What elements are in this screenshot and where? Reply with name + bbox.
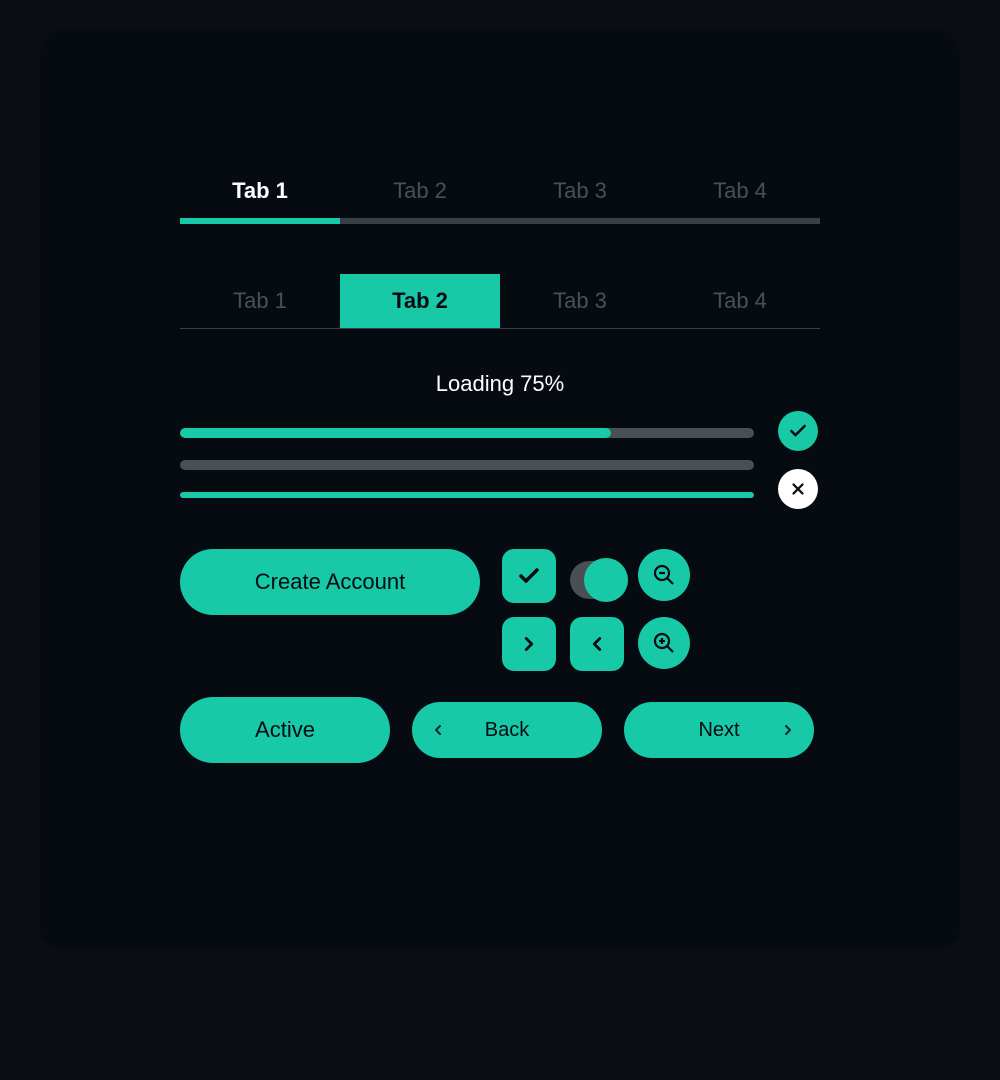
next-button[interactable]: Next	[624, 702, 814, 758]
toggle-switch[interactable]	[570, 561, 624, 599]
ui-kit-panel: Tab 1 Tab 2 Tab 3 Tab 4 Tab 1 Tab 2 Tab …	[40, 30, 960, 950]
status-error	[778, 469, 818, 509]
progress-area	[180, 411, 820, 509]
zoom-out-icon	[652, 563, 676, 587]
tab-b-2[interactable]: Tab 2	[340, 274, 500, 328]
tabs-block: Tab 1 Tab 2 Tab 3 Tab 4	[180, 274, 820, 329]
back-label: Back	[485, 719, 529, 742]
progress-bar-1	[180, 428, 754, 438]
chevron-left-icon	[430, 722, 446, 738]
content-area: Tab 1 Tab 2 Tab 3 Tab 4 Tab 1 Tab 2 Tab …	[180, 170, 820, 763]
tab-a-2[interactable]: Tab 2	[340, 170, 500, 224]
tab-a-1[interactable]: Tab 1	[180, 170, 340, 224]
zoom-in-button[interactable]	[638, 617, 690, 669]
status-success	[778, 411, 818, 451]
back-button[interactable]: Back	[412, 702, 602, 758]
backward-button[interactable]	[570, 617, 624, 671]
tab-a-3[interactable]: Tab 3	[500, 170, 660, 224]
tabs-underline: Tab 1 Tab 2 Tab 3 Tab 4	[180, 170, 820, 224]
next-label: Next	[698, 719, 739, 742]
zoom-in-icon	[652, 631, 676, 655]
tab-a-4[interactable]: Tab 4	[660, 170, 820, 224]
tab-b-1[interactable]: Tab 1	[180, 274, 340, 328]
check-icon	[788, 421, 808, 441]
controls-grid	[502, 549, 692, 671]
toggle-knob	[584, 558, 628, 602]
forward-button[interactable]	[502, 617, 556, 671]
active-button[interactable]: Active	[180, 697, 390, 763]
chevron-right-icon	[518, 633, 540, 655]
chevron-right-icon	[780, 722, 796, 738]
toggle-cell	[570, 549, 624, 603]
close-icon	[789, 480, 807, 498]
loading-label: Loading 75%	[180, 371, 820, 397]
tab-b-4[interactable]: Tab 4	[660, 274, 820, 328]
tab-b-3[interactable]: Tab 3	[500, 274, 660, 328]
chevron-left-icon	[586, 633, 608, 655]
status-column	[776, 411, 820, 509]
check-icon	[517, 564, 541, 588]
checkbox-checked[interactable]	[502, 549, 556, 603]
progress-bar-2	[180, 460, 754, 470]
create-account-button[interactable]: Create Account	[180, 549, 480, 615]
nav-row: Active Back Next	[180, 697, 820, 763]
controls-row: Create Account	[180, 549, 820, 671]
progress-bar-3	[180, 492, 754, 498]
progress-stack	[180, 422, 754, 498]
zoom-out-button[interactable]	[638, 549, 690, 601]
